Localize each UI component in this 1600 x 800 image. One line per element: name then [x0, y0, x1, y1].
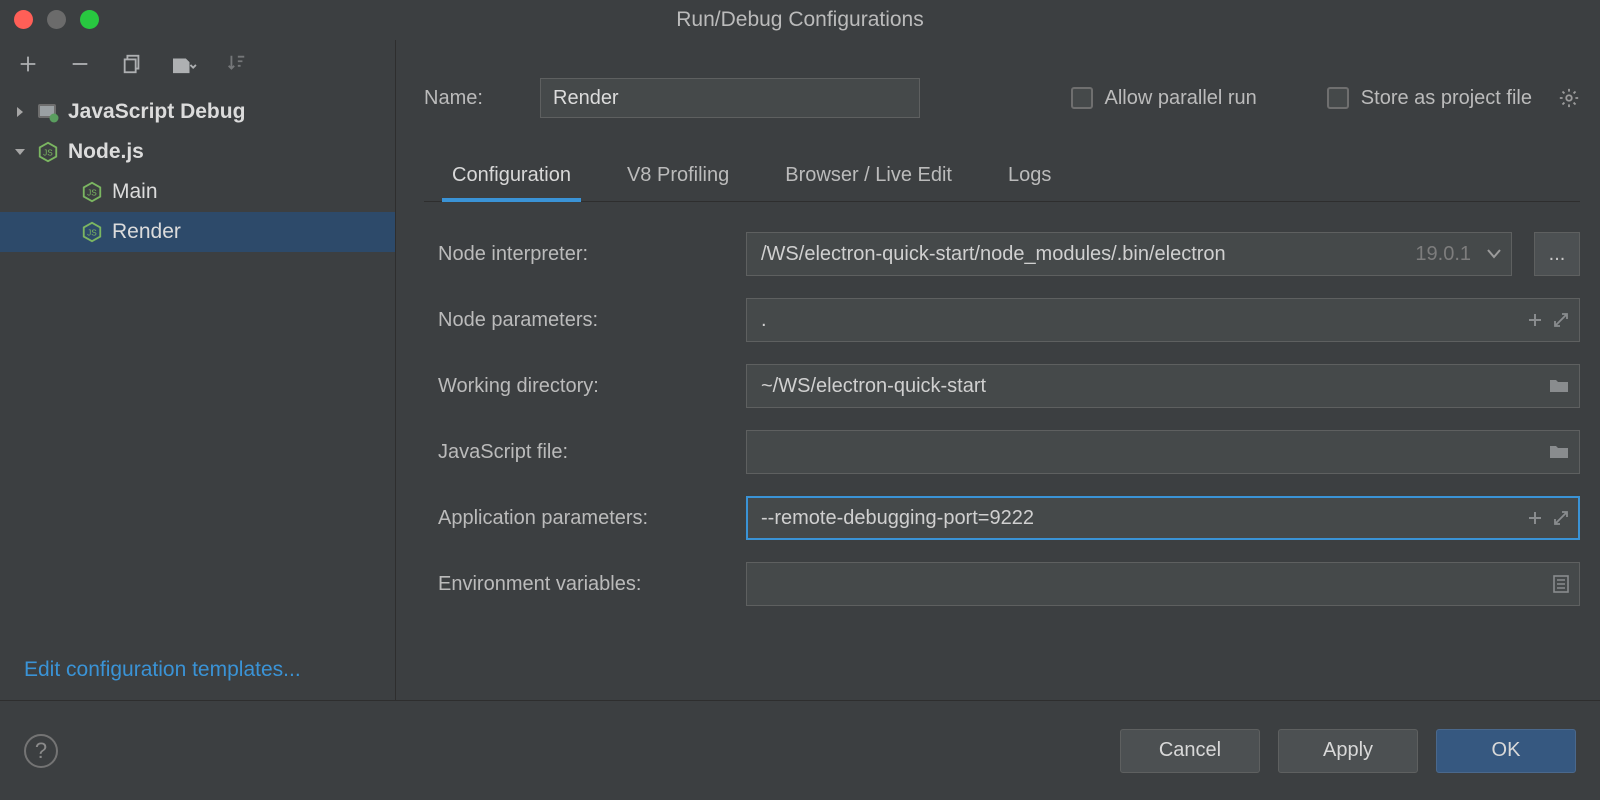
tree-leaf-main[interactable]: JS Main — [0, 172, 395, 212]
chevron-right-icon — [12, 106, 28, 118]
svg-text:JS: JS — [87, 229, 97, 238]
interpreter-version: 19.0.1 — [1415, 243, 1471, 266]
dialog-footer: ? Cancel Apply OK — [0, 700, 1600, 800]
tree-node-nodejs[interactable]: JS Node.js — [0, 132, 395, 172]
tab-logs[interactable]: Logs — [1004, 156, 1055, 201]
working-dir-field[interactable] — [746, 364, 1580, 408]
node-params-label: Node parameters: — [438, 309, 734, 332]
svg-text:JS: JS — [87, 189, 97, 198]
content-pane: Name: Allow parallel run Store as projec… — [396, 40, 1600, 700]
js-file-input[interactable] — [761, 441, 1549, 464]
svg-text:JS: JS — [43, 149, 53, 158]
app-params-label: Application parameters: — [438, 507, 734, 530]
help-button[interactable]: ? — [24, 734, 58, 768]
node-params-input[interactable] — [761, 309, 1527, 332]
checkbox-icon — [1327, 87, 1349, 109]
env-vars-field[interactable] — [746, 562, 1580, 606]
gear-icon[interactable] — [1558, 87, 1580, 109]
name-label: Name: — [424, 87, 520, 110]
node-params-field[interactable] — [746, 298, 1580, 342]
tabs: Configuration V8 Profiling Browser / Liv… — [424, 156, 1580, 202]
expand-icon[interactable] — [1553, 510, 1569, 526]
maximize-window-icon[interactable] — [80, 10, 99, 29]
expand-icon[interactable] — [1553, 312, 1569, 328]
chevron-down-icon[interactable] — [1487, 249, 1501, 259]
sidebar: JavaScript Debug JS Node.js JS Main JS — [0, 40, 396, 700]
js-debug-icon — [36, 100, 60, 124]
remove-config-button[interactable] — [66, 50, 94, 78]
tree-node-js-debug[interactable]: JavaScript Debug — [0, 92, 395, 132]
minimize-window-icon[interactable] — [47, 10, 66, 29]
tab-v8-profiling[interactable]: V8 Profiling — [623, 156, 733, 201]
titlebar: Run/Debug Configurations — [0, 0, 1600, 40]
plus-icon[interactable] — [1527, 312, 1543, 328]
cancel-button[interactable]: Cancel — [1120, 729, 1260, 773]
sort-config-button[interactable] — [222, 50, 250, 78]
node-interpreter-field[interactable]: 19.0.1 — [746, 232, 1512, 276]
name-input[interactable] — [540, 78, 920, 118]
window-controls — [14, 10, 99, 29]
tree-label: Main — [112, 180, 158, 204]
app-params-field[interactable] — [746, 496, 1580, 540]
edit-templates-link[interactable]: Edit configuration templates... — [0, 640, 395, 700]
allow-parallel-checkbox[interactable]: Allow parallel run — [1071, 87, 1257, 110]
save-config-button[interactable] — [170, 50, 198, 78]
nodejs-icon: JS — [80, 220, 104, 244]
working-dir-input[interactable] — [761, 375, 1549, 398]
working-dir-label: Working directory: — [438, 375, 734, 398]
nodejs-icon: JS — [36, 140, 60, 164]
js-file-label: JavaScript file: — [438, 441, 734, 464]
apply-button[interactable]: Apply — [1278, 729, 1418, 773]
env-vars-label: Environment variables: — [438, 573, 734, 596]
env-vars-input[interactable] — [761, 573, 1553, 596]
add-config-button[interactable] — [14, 50, 42, 78]
node-interpreter-label: Node interpreter: — [438, 243, 734, 266]
list-icon[interactable] — [1553, 575, 1569, 593]
tree-label: Node.js — [68, 140, 144, 164]
js-file-field[interactable] — [746, 430, 1580, 474]
sidebar-toolbar — [0, 40, 395, 90]
checkbox-icon — [1071, 87, 1093, 109]
configuration-form: Node interpreter: 19.0.1 ... Node parame… — [424, 212, 1580, 606]
tab-browser-live-edit[interactable]: Browser / Live Edit — [781, 156, 956, 201]
chevron-down-icon — [12, 146, 28, 158]
store-as-project-checkbox[interactable]: Store as project file — [1327, 87, 1532, 110]
node-interpreter-input[interactable] — [761, 243, 1415, 266]
copy-config-button[interactable] — [118, 50, 146, 78]
folder-icon[interactable] — [1549, 378, 1569, 394]
config-tree: JavaScript Debug JS Node.js JS Main JS — [0, 90, 395, 640]
tab-configuration[interactable]: Configuration — [448, 156, 575, 201]
close-window-icon[interactable] — [14, 10, 33, 29]
ok-button[interactable]: OK — [1436, 729, 1576, 773]
tree-leaf-render[interactable]: JS Render — [0, 212, 395, 252]
browse-interpreter-button[interactable]: ... — [1534, 232, 1580, 276]
app-params-input[interactable] — [761, 507, 1527, 530]
tree-label: JavaScript Debug — [68, 100, 245, 124]
checkbox-label: Store as project file — [1361, 87, 1532, 110]
folder-icon[interactable] — [1549, 444, 1569, 460]
window-title: Run/Debug Configurations — [676, 8, 924, 32]
checkbox-label: Allow parallel run — [1105, 87, 1257, 110]
nodejs-icon: JS — [80, 180, 104, 204]
plus-icon[interactable] — [1527, 510, 1543, 526]
tree-label: Render — [112, 220, 181, 244]
